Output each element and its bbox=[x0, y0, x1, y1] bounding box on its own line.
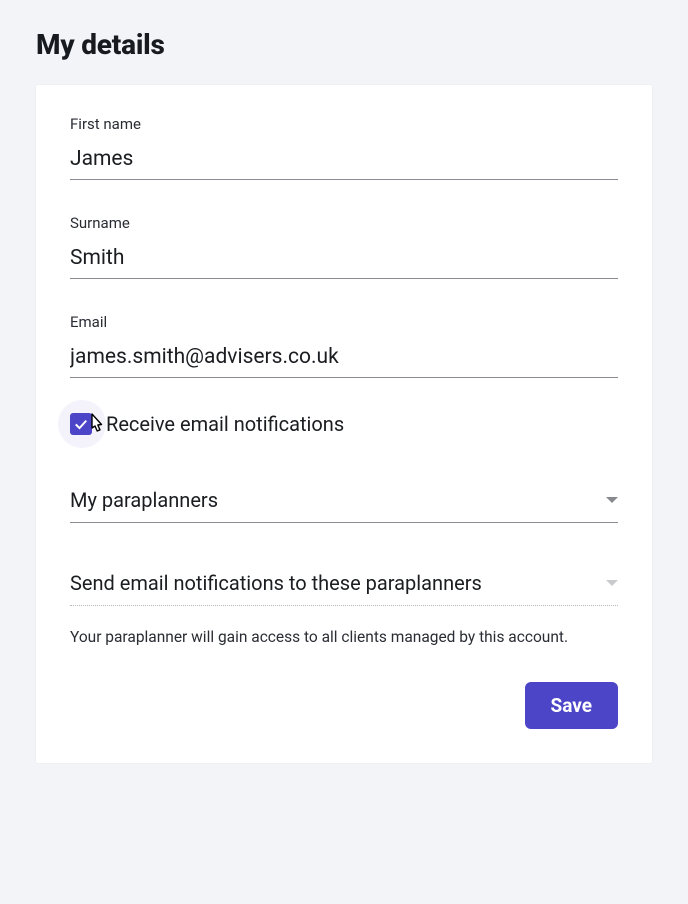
first-name-field: First name bbox=[70, 115, 618, 180]
chevron-down-icon bbox=[606, 497, 618, 503]
page-title: My details bbox=[36, 28, 652, 61]
chevron-down-icon bbox=[606, 580, 618, 586]
notify-paraplanners-select-label: Send email notifications to these parapl… bbox=[70, 571, 482, 595]
surname-label: Surname bbox=[70, 214, 618, 232]
email-field: Email bbox=[70, 313, 618, 378]
paraplanners-select[interactable]: My paraplanners bbox=[70, 482, 618, 523]
notify-paraplanners-select[interactable]: Send email notifications to these parapl… bbox=[70, 565, 618, 606]
save-button[interactable]: Save bbox=[525, 682, 619, 729]
paraplanners-select-label: My paraplanners bbox=[70, 488, 218, 512]
notifications-label: Receive email notifications bbox=[106, 412, 344, 436]
paraplanner-helper-text: Your paraplanner will gain access to all… bbox=[70, 626, 618, 648]
notifications-row: Receive email notifications bbox=[70, 412, 618, 436]
surname-input[interactable] bbox=[70, 242, 618, 279]
email-input[interactable] bbox=[70, 341, 618, 378]
first-name-label: First name bbox=[70, 115, 618, 133]
checkmark-icon bbox=[72, 415, 90, 433]
notifications-checkbox[interactable] bbox=[70, 413, 92, 435]
surname-field: Surname bbox=[70, 214, 618, 279]
details-card: First name Surname Email Receive email n… bbox=[36, 85, 652, 763]
email-label: Email bbox=[70, 313, 618, 331]
first-name-input[interactable] bbox=[70, 143, 618, 180]
form-actions: Save bbox=[70, 682, 618, 729]
